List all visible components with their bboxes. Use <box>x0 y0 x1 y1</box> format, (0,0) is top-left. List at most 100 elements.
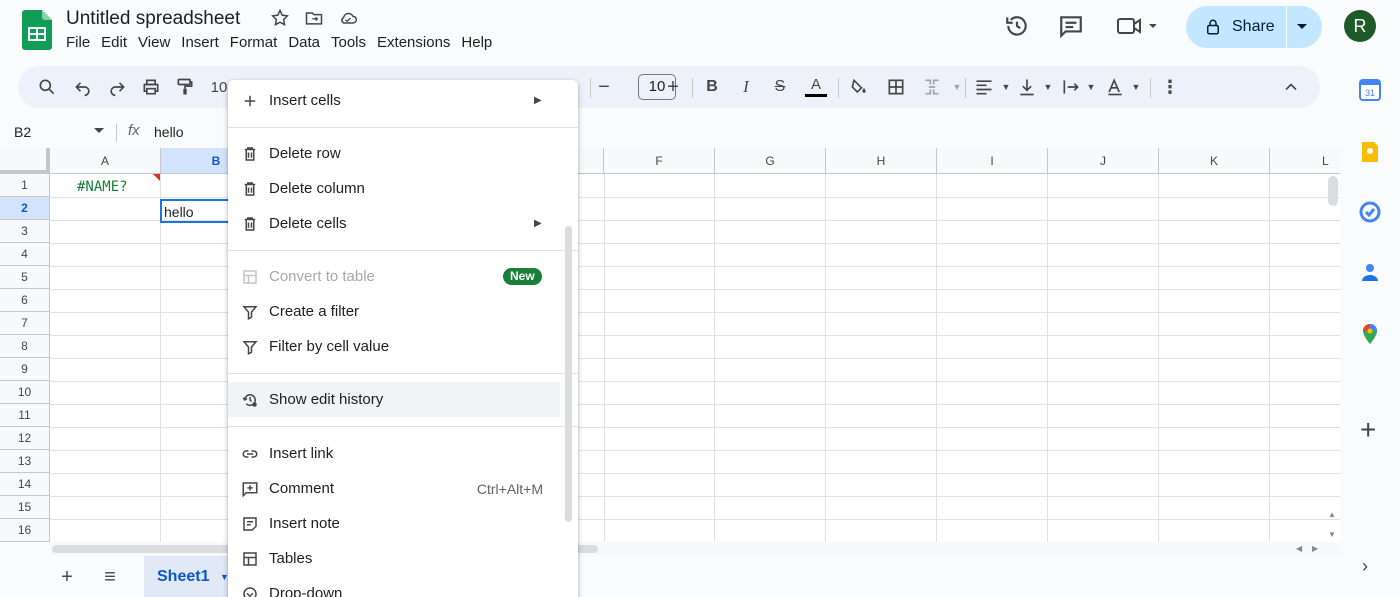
text-wrapping-icon[interactable] <box>1060 76 1082 98</box>
row-header-2[interactable]: 2 <box>0 197 50 220</box>
column-header-h[interactable]: H <box>826 148 937 174</box>
tasks-icon[interactable] <box>1358 200 1382 224</box>
menu-data[interactable]: Data <box>288 34 329 51</box>
error-indicator[interactable] <box>153 174 160 181</box>
italic-icon[interactable]: I <box>735 76 757 98</box>
row-header-14[interactable]: 14 <box>0 473 50 496</box>
row-header-7[interactable]: 7 <box>0 312 50 335</box>
rotation-dropdown-icon[interactable]: ▼ <box>1125 76 1147 98</box>
redo-icon[interactable] <box>106 76 128 98</box>
menu-edit[interactable]: Edit <box>101 34 136 51</box>
column-header-k[interactable]: K <box>1159 148 1270 174</box>
all-sheets-icon[interactable]: ≡ <box>99 566 121 588</box>
horizontal-align-icon[interactable] <box>973 76 995 98</box>
column-header-l[interactable]: L <box>1270 148 1340 174</box>
menu-extensions[interactable]: Extensions <box>377 34 459 51</box>
version-history-icon[interactable] <box>1004 13 1030 39</box>
text-rotation-icon[interactable] <box>1104 76 1126 98</box>
scroll-down-icon[interactable]: ▼ <box>1328 530 1336 539</box>
share-dropdown-icon[interactable] <box>1296 23 1308 31</box>
spreadsheet-grid[interactable]: A B F G H I J K L 1 2 3 4 5 6 7 8 9 10 1… <box>0 148 1340 542</box>
column-header-i[interactable]: I <box>937 148 1048 174</box>
cell-b2[interactable]: hello <box>164 204 194 220</box>
print-icon[interactable] <box>140 76 162 98</box>
menu-item-delete-column[interactable]: Delete column <box>228 171 578 206</box>
scroll-left-icon[interactable]: ◀ <box>1296 544 1302 553</box>
user-avatar[interactable]: R <box>1344 10 1376 42</box>
name-box[interactable]: B2 <box>14 124 31 140</box>
menu-item-convert-to-table[interactable]: Convert to table New <box>228 259 578 294</box>
keep-icon[interactable] <box>1358 140 1382 164</box>
formula-input[interactable]: hello <box>154 124 184 140</box>
menu-item-comment[interactable]: Comment Ctrl+Alt+M <box>228 471 578 506</box>
menu-item-filter-by-value[interactable]: Filter by cell value <box>228 329 578 364</box>
add-sheet-icon[interactable]: + <box>56 566 78 588</box>
cloud-status-icon[interactable] <box>338 8 358 28</box>
collapse-menus-icon[interactable] <box>1280 76 1302 98</box>
zoom-select[interactable]: 10 <box>208 76 230 98</box>
row-header-16[interactable]: 16 <box>0 519 50 542</box>
menu-item-insert-note[interactable]: Insert note <box>228 506 578 541</box>
row-header-3[interactable]: 3 <box>0 220 50 243</box>
menu-item-tables[interactable]: Tables <box>228 541 578 576</box>
undo-icon[interactable] <box>72 76 94 98</box>
row-header-11[interactable]: 11 <box>0 404 50 427</box>
menu-item-show-edit-history[interactable]: Show edit history <box>228 382 560 417</box>
menu-view[interactable]: View <box>138 34 179 51</box>
bold-icon[interactable]: B <box>701 76 723 98</box>
increase-font-size-icon[interactable]: + <box>662 76 684 98</box>
vertical-align-icon[interactable] <box>1016 76 1038 98</box>
row-header-1[interactable]: 1 <box>0 174 50 197</box>
row-header-4[interactable]: 4 <box>0 243 50 266</box>
expand-panel-icon[interactable]: › <box>1362 556 1368 577</box>
menu-file[interactable]: File <box>66 34 99 51</box>
row-header-10[interactable]: 10 <box>0 381 50 404</box>
paint-format-icon[interactable] <box>174 76 196 98</box>
column-header-g[interactable]: G <box>715 148 826 174</box>
row-header-6[interactable]: 6 <box>0 289 50 312</box>
row-header-15[interactable]: 15 <box>0 496 50 519</box>
row-header-5[interactable]: 5 <box>0 266 50 289</box>
menu-item-insert-link[interactable]: Insert link <box>228 436 578 471</box>
fill-color-icon[interactable] <box>848 76 870 98</box>
column-header-j[interactable]: J <box>1048 148 1159 174</box>
wrap-dropdown-icon[interactable]: ▼ <box>1080 76 1102 98</box>
row-header-12[interactable]: 12 <box>0 427 50 450</box>
sheet-tab-sheet1[interactable]: Sheet1 ▼ <box>144 556 236 597</box>
sheets-logo-icon[interactable] <box>22 10 52 50</box>
vertical-scrollbar[interactable] <box>1328 176 1338 206</box>
menu-tools[interactable]: Tools <box>331 34 375 51</box>
cell-a1[interactable]: #NAME? <box>77 179 128 195</box>
move-folder-icon[interactable] <box>304 8 324 28</box>
maps-icon[interactable] <box>1358 322 1382 346</box>
comments-icon[interactable] <box>1058 13 1084 39</box>
menu-insert[interactable]: Insert <box>181 34 228 51</box>
star-icon[interactable] <box>270 8 290 28</box>
meet-icon[interactable] <box>1116 13 1156 39</box>
scroll-up-icon[interactable]: ▲ <box>1328 510 1336 519</box>
select-all-corner[interactable] <box>0 148 50 174</box>
menu-item-delete-cells[interactable]: Delete cells ▶ <box>228 206 578 241</box>
borders-icon[interactable] <box>885 76 907 98</box>
column-header-a[interactable]: A <box>50 148 161 174</box>
search-menus-icon[interactable] <box>36 76 58 98</box>
calendar-icon[interactable]: 31 <box>1358 78 1382 102</box>
menu-format[interactable]: Format <box>230 34 287 51</box>
strikethrough-icon[interactable]: S <box>769 76 791 98</box>
text-color-icon[interactable]: A <box>805 76 827 98</box>
menu-item-drop-down[interactable]: Drop-down <box>228 576 578 597</box>
row-header-8[interactable]: 8 <box>0 335 50 358</box>
scroll-right-icon[interactable]: ▶ <box>1312 544 1318 553</box>
halign-dropdown-icon[interactable]: ▼ <box>995 76 1017 98</box>
name-box-dropdown-icon[interactable] <box>94 128 104 134</box>
get-addons-icon[interactable]: + <box>1360 416 1376 444</box>
contacts-icon[interactable] <box>1358 260 1382 284</box>
column-header-f[interactable]: F <box>604 148 715 174</box>
menu-item-delete-row[interactable]: Delete row <box>228 136 578 171</box>
valign-dropdown-icon[interactable]: ▼ <box>1037 76 1059 98</box>
row-header-13[interactable]: 13 <box>0 450 50 473</box>
context-menu-scrollbar[interactable] <box>565 226 572 522</box>
share-button[interactable]: Share <box>1186 6 1322 48</box>
more-options-icon[interactable]: ⋮ <box>1159 76 1181 98</box>
document-title[interactable]: Untitled spreadsheet <box>66 8 240 30</box>
